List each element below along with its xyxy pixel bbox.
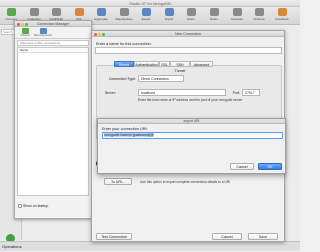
connection-uri-input[interactable]: mongodb://admin:[password]@ bbox=[102, 132, 283, 139]
toolbar-label: Users bbox=[187, 17, 195, 21]
port-input[interactable]: 27017 bbox=[242, 89, 260, 96]
toolbar-map-reduce-button[interactable]: Map-Reduce bbox=[115, 8, 133, 24]
port-label: Port: bbox=[232, 91, 240, 95]
connection-manager-toolbar: Connect New Connection bbox=[15, 27, 91, 39]
toolbar-label: Map-Reduce bbox=[115, 17, 133, 21]
save-button[interactable]: Save bbox=[248, 233, 278, 240]
toolbar-label: Schema bbox=[253, 17, 265, 21]
toolbar-users-button[interactable]: Users bbox=[182, 8, 200, 24]
feedback-icon bbox=[277, 8, 287, 16]
toolbar-feedback-button[interactable]: Feedback bbox=[273, 8, 291, 24]
import-uri-dialog: Import URI Enter your connection URI: mo… bbox=[97, 118, 286, 174]
to-uri-hint: Use this option to export complete conne… bbox=[140, 180, 231, 184]
connection-name-prompt: Enter a name for this connection: bbox=[96, 42, 152, 46]
zoom-icon[interactable] bbox=[25, 22, 28, 26]
collection-icon bbox=[29, 8, 39, 16]
new-connection-title: New Connection bbox=[92, 31, 284, 37]
sql-icon bbox=[74, 8, 84, 16]
show-on-startup-checkbox[interactable] bbox=[18, 204, 22, 209]
connect-label: Connect bbox=[20, 34, 30, 37]
connect-icon bbox=[6, 8, 16, 16]
connection-type-value: Direct Connection bbox=[141, 77, 169, 81]
close-icon[interactable] bbox=[17, 22, 20, 26]
connection-type-select[interactable]: Direct Connection bbox=[138, 75, 184, 82]
show-on-startup-label: Show on startup bbox=[23, 204, 49, 208]
toolbar-label: Aggregate bbox=[94, 17, 108, 21]
tab-server[interactable]: Server bbox=[114, 61, 134, 67]
toolbar-roles-button[interactable]: Roles bbox=[205, 8, 223, 24]
roles-icon bbox=[209, 8, 219, 16]
tab-authentication[interactable]: Authentication bbox=[134, 61, 159, 67]
import-uri-title: Import URI bbox=[98, 119, 285, 124]
dialog-title-text: New Connection bbox=[175, 32, 201, 36]
test-connection-button[interactable]: Test Connection bbox=[96, 233, 132, 240]
name-column-header[interactable]: Name bbox=[18, 48, 88, 53]
toolbar-label: Export bbox=[141, 17, 151, 21]
server-input[interactable]: localhost bbox=[138, 89, 226, 96]
status-bar: Operations bbox=[0, 241, 300, 251]
app-title: Studio 3T for MongoDB bbox=[0, 0, 300, 7]
minimize-icon[interactable] bbox=[98, 32, 101, 36]
import-icon bbox=[164, 8, 174, 16]
connections-list[interactable]: Name bbox=[17, 47, 89, 196]
tab-ssl[interactable]: SSL bbox=[159, 61, 170, 67]
users-icon bbox=[186, 8, 196, 16]
export-icon bbox=[141, 8, 151, 16]
tab-advanced[interactable]: Advanced bbox=[190, 61, 213, 67]
show-on-startup-option[interactable]: Show on startup bbox=[18, 204, 49, 209]
toolbar-export-button[interactable]: Export bbox=[137, 8, 155, 24]
tab-ssh-tunnel[interactable]: SSH Tunnel bbox=[170, 61, 190, 73]
schema-icon bbox=[254, 8, 264, 16]
close-icon[interactable] bbox=[94, 32, 97, 36]
aggregate-icon bbox=[96, 8, 106, 16]
minimize-icon[interactable] bbox=[21, 22, 24, 26]
operations-label[interactable]: Operations bbox=[2, 244, 22, 249]
toolbar-label: Compare bbox=[230, 17, 244, 21]
connection-name-input[interactable] bbox=[95, 47, 282, 54]
toolbar-aggregate-button[interactable]: Aggregate bbox=[92, 8, 110, 24]
connect-button[interactable]: Connect bbox=[17, 28, 33, 38]
server-label: Server: bbox=[104, 91, 116, 95]
to-uri-button[interactable]: To URI... bbox=[104, 178, 132, 185]
import-ok-button[interactable]: OK bbox=[258, 163, 282, 170]
uri-text: mongodb://admin:[password]@ bbox=[104, 133, 154, 137]
toolbar-label: Feedback bbox=[275, 17, 289, 21]
compare-icon bbox=[232, 8, 242, 16]
import-uri-prompt: Enter your connection URI: bbox=[102, 127, 148, 131]
connection-manager-window: Connection Manager Connect New Connectio… bbox=[14, 20, 92, 219]
new-connection-button[interactable]: New Connection bbox=[33, 28, 53, 38]
toolbar-label: Import bbox=[164, 17, 174, 21]
toolbar-schema-button[interactable]: Schema bbox=[250, 8, 268, 24]
toolbar-import-button[interactable]: Import bbox=[160, 8, 178, 24]
zoom-icon[interactable] bbox=[102, 32, 105, 36]
toolbar-compare-button[interactable]: Compare bbox=[228, 8, 246, 24]
import-cancel-button[interactable]: Cancel bbox=[230, 163, 254, 170]
toolbar-label: Roles bbox=[210, 17, 218, 21]
filter-connections-input[interactable]: Click here to filter connections bbox=[17, 40, 89, 46]
cancel-button[interactable]: Cancel bbox=[212, 233, 242, 240]
intellishell-icon bbox=[51, 8, 61, 16]
server-hint: Enter the host name or IP address and th… bbox=[138, 98, 243, 102]
window-title-text: Connection Manager bbox=[36, 22, 70, 26]
new-connection-label: New Connection bbox=[33, 34, 53, 37]
connection-type-label: Connection Type: bbox=[108, 77, 136, 81]
map-reduce-icon bbox=[119, 8, 129, 16]
studio3t-window: Studio 3T for MongoDB Connect Collection I… bbox=[0, 0, 300, 251]
